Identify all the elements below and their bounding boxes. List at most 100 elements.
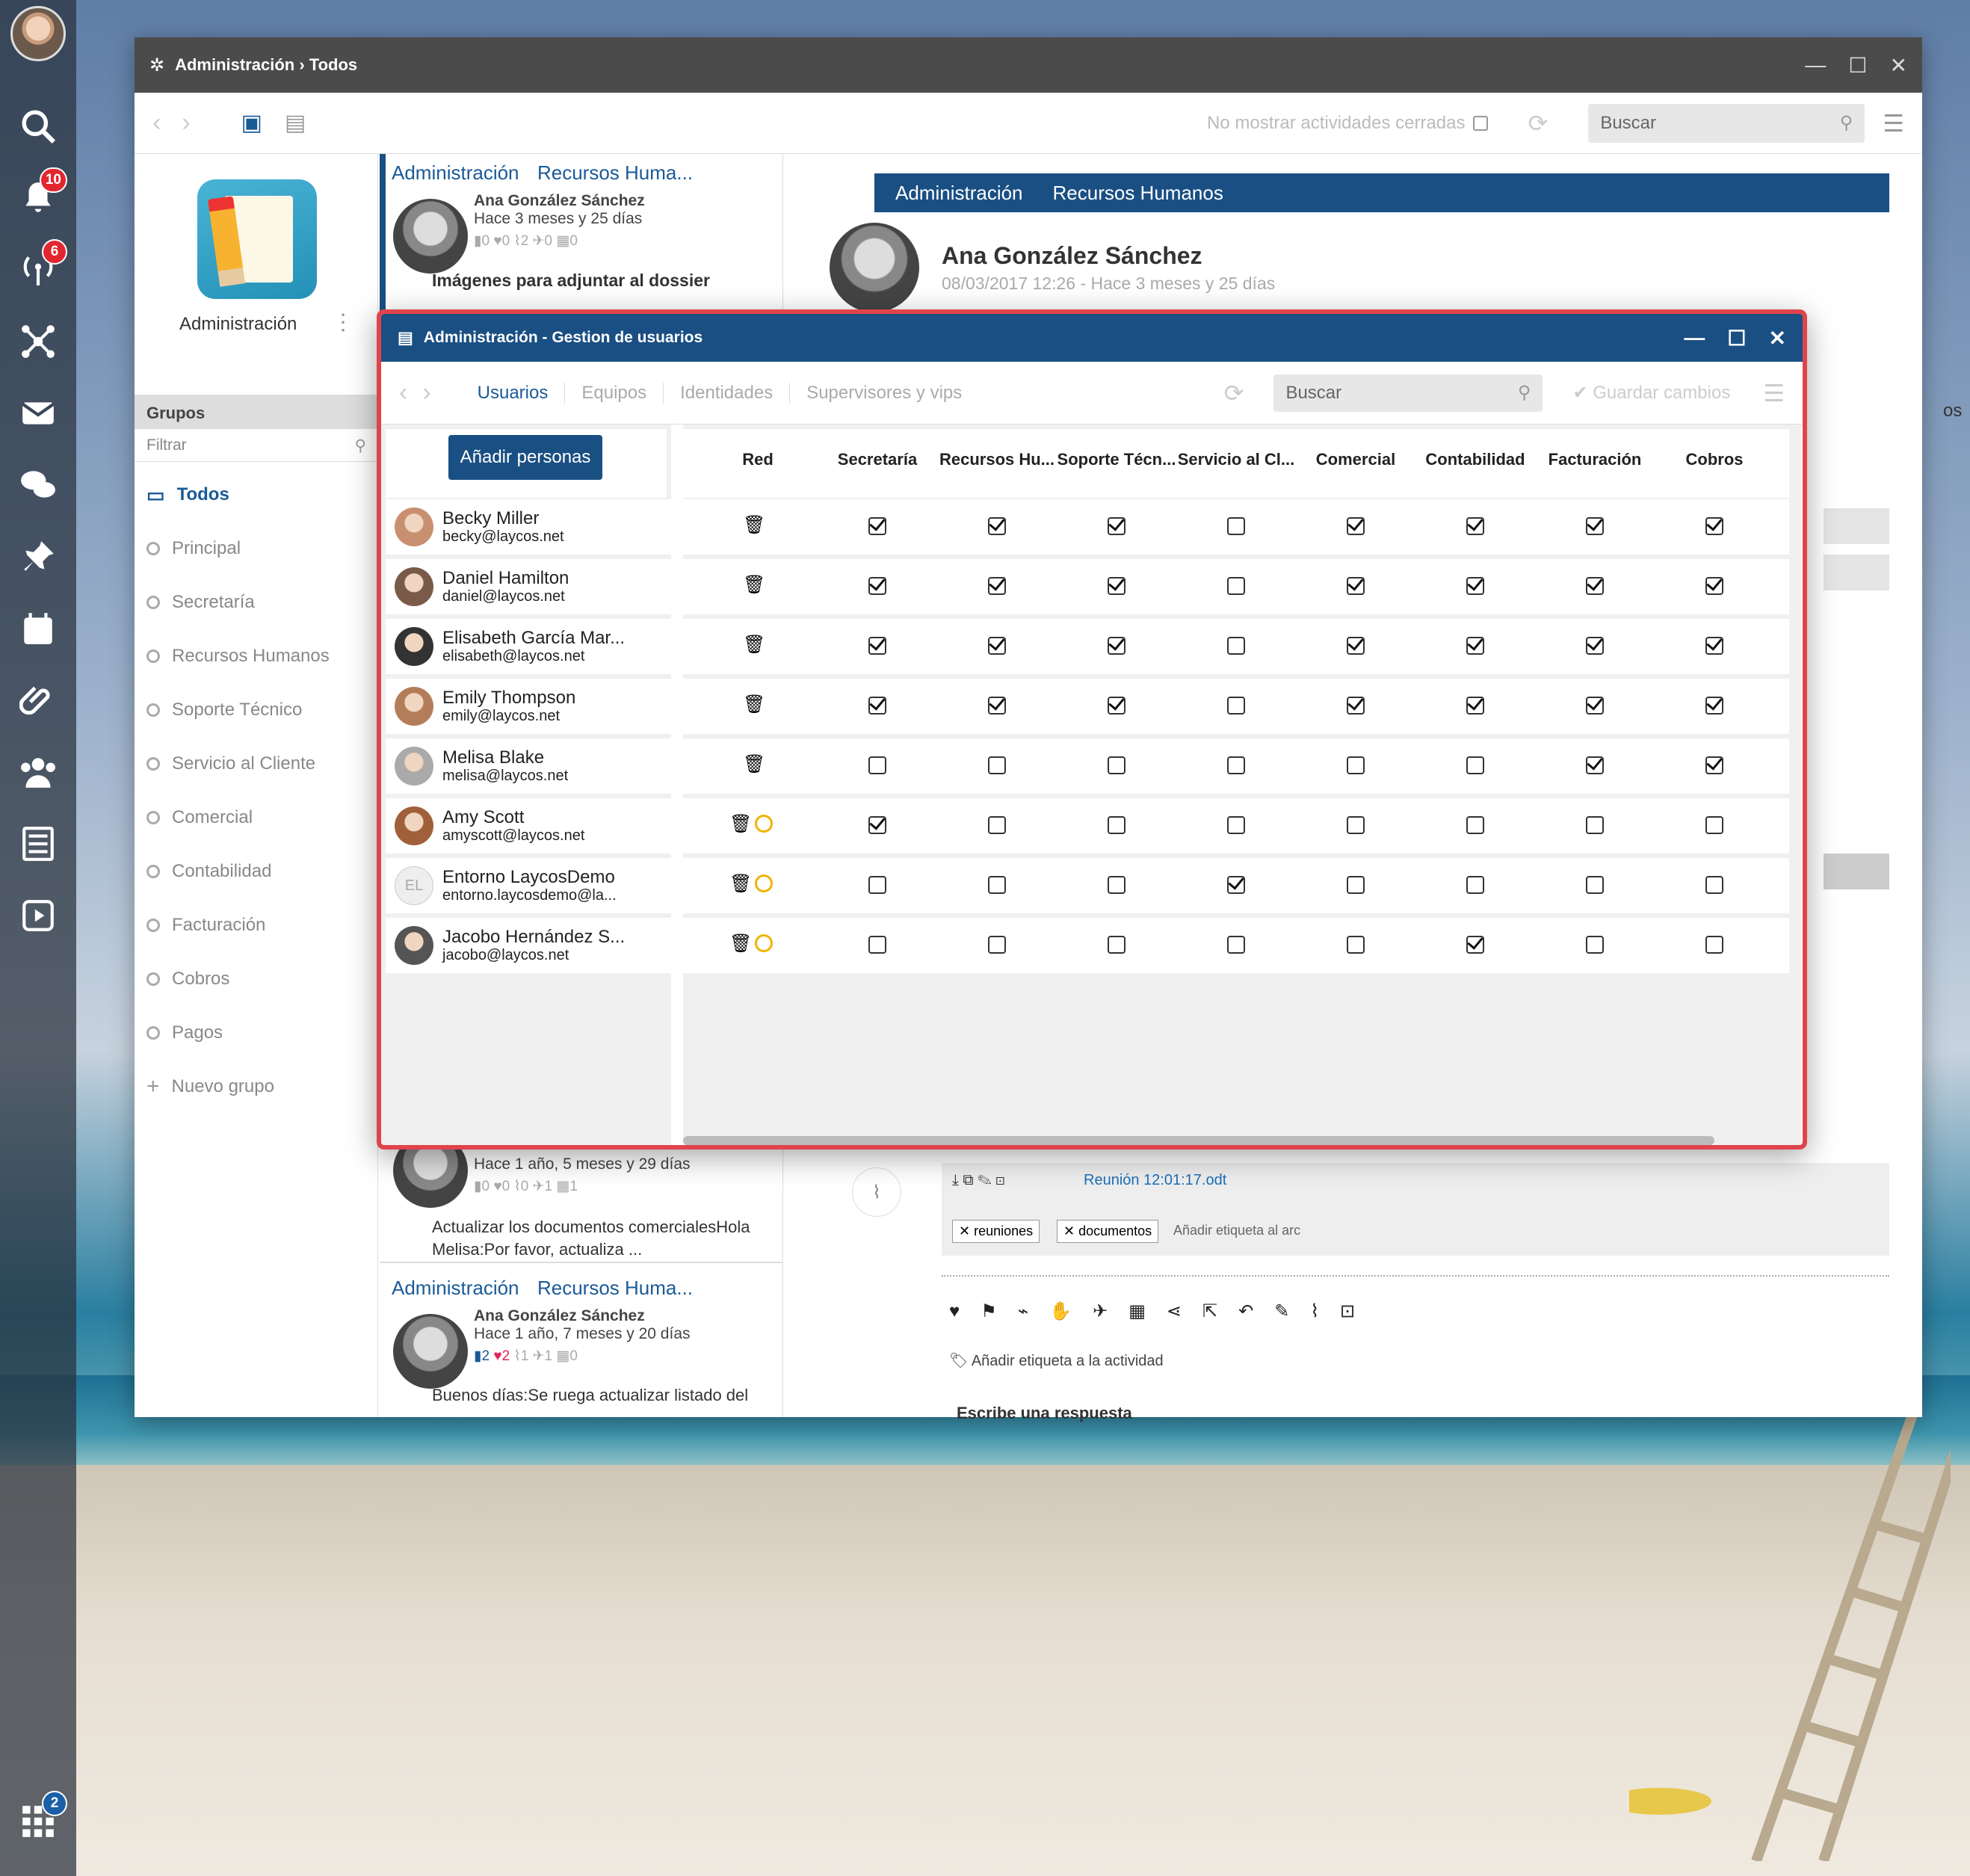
reply-input[interactable]: Escribe una respuesta bbox=[957, 1404, 1132, 1423]
hamburger-menu-icon[interactable]: ☰ bbox=[1763, 379, 1785, 407]
team-checkbox[interactable] bbox=[1108, 876, 1126, 894]
user-row[interactable]: Emily Thompson emily@laycos.net bbox=[386, 679, 671, 734]
tab-usuarios[interactable]: Usuarios bbox=[461, 383, 565, 404]
team-checkbox[interactable] bbox=[1586, 517, 1604, 535]
team-checkbox[interactable] bbox=[1705, 637, 1723, 655]
column-header[interactable]: Facturación bbox=[1535, 450, 1655, 469]
team-checkbox[interactable] bbox=[1227, 936, 1245, 954]
tab-equipos[interactable]: Equipos bbox=[564, 382, 663, 404]
group-icon[interactable] bbox=[13, 747, 63, 797]
trash-icon[interactable]: 🗑 bbox=[743, 574, 765, 596]
sidebar-group-item[interactable]: Recursos Humanos bbox=[135, 629, 378, 683]
column-header[interactable]: Servicio al Cl... bbox=[1176, 450, 1296, 469]
team-checkbox[interactable] bbox=[1466, 816, 1484, 834]
trash-icon[interactable]: 🗑 bbox=[743, 634, 765, 655]
dialog-search-input[interactable]: Buscar ⚲ bbox=[1273, 374, 1543, 412]
team-checkbox[interactable] bbox=[1586, 816, 1604, 834]
team-checkbox[interactable] bbox=[988, 876, 1006, 894]
calendar-icon[interactable] bbox=[13, 604, 63, 653]
team-checkbox[interactable] bbox=[1466, 577, 1484, 595]
team-checkbox[interactable] bbox=[1705, 936, 1723, 954]
trash-icon[interactable]: 🗑 bbox=[729, 813, 752, 835]
activity-card[interactable]: Hace 1 año, 5 meses y 29 días ▮0 ♥0 ⌇0 ✈… bbox=[380, 1133, 783, 1268]
forward-arrow-icon[interactable]: › bbox=[182, 108, 190, 138]
team-checkbox[interactable] bbox=[1227, 697, 1245, 715]
label-chip[interactable]: ✕ documentos bbox=[1057, 1220, 1159, 1243]
team-checkbox[interactable] bbox=[1108, 637, 1126, 655]
team-checkbox[interactable] bbox=[1108, 697, 1126, 715]
team-checkbox[interactable] bbox=[1227, 517, 1245, 535]
trash-icon[interactable]: 🗑 bbox=[743, 514, 765, 536]
tab-identidades[interactable]: Identidades bbox=[663, 382, 789, 404]
team-checkbox[interactable] bbox=[1466, 936, 1484, 954]
user-row[interactable]: Elisabeth García Mar... elisabeth@laycos.… bbox=[386, 619, 671, 674]
column-header[interactable]: Cobros bbox=[1655, 450, 1774, 469]
refresh-icon[interactable]: ⟳ bbox=[1224, 379, 1244, 407]
team-checkbox[interactable] bbox=[1227, 577, 1245, 595]
team-checkbox[interactable] bbox=[1347, 756, 1365, 774]
bell-icon[interactable]: 10 bbox=[13, 167, 67, 223]
user-row[interactable]: Amy Scott amyscott@laycos.net bbox=[386, 798, 671, 854]
sidebar-group-item[interactable]: Pagos bbox=[135, 1006, 378, 1060]
team-checkbox[interactable] bbox=[1586, 637, 1604, 655]
activity-actions-toolbar[interactable]: ♥⚑⌁✋✈▦⋖⇱↶✎⌇⊡ bbox=[949, 1300, 1376, 1322]
sidebar-group-item[interactable]: Contabilidad bbox=[135, 845, 378, 898]
team-checkbox[interactable] bbox=[1347, 876, 1365, 894]
download-icon[interactable]: ⤓ ⧉ ✎ ⊡ bbox=[952, 1172, 1005, 1189]
team-checkbox[interactable] bbox=[868, 637, 886, 655]
chat-icon[interactable] bbox=[13, 460, 63, 510]
split-view-icon[interactable]: ▣ bbox=[241, 110, 262, 136]
team-checkbox[interactable] bbox=[988, 816, 1006, 834]
team-checkbox[interactable] bbox=[988, 936, 1006, 954]
user-avatar[interactable] bbox=[10, 6, 66, 61]
sidebar-group-item[interactable]: Principal bbox=[135, 522, 378, 576]
apps-icon[interactable]: 2 bbox=[13, 1791, 67, 1846]
list-view-icon[interactable]: ▤ bbox=[285, 110, 306, 136]
minimize-icon[interactable]: — bbox=[1805, 53, 1826, 77]
sidebar-group-item[interactable]: + Nuevo grupo bbox=[135, 1060, 378, 1114]
team-checkbox[interactable] bbox=[868, 756, 886, 774]
list-icon[interactable] bbox=[13, 819, 63, 868]
team-checkbox[interactable] bbox=[1227, 637, 1245, 655]
team-checkbox[interactable] bbox=[868, 816, 886, 834]
team-checkbox[interactable] bbox=[1466, 876, 1484, 894]
team-checkbox[interactable] bbox=[868, 517, 886, 535]
team-checkbox[interactable] bbox=[868, 876, 886, 894]
team-checkbox[interactable] bbox=[1586, 756, 1604, 774]
team-checkbox[interactable] bbox=[988, 577, 1006, 595]
maximize-icon[interactable]: ☐ bbox=[1848, 53, 1867, 78]
column-header[interactable]: Secretaría bbox=[818, 450, 937, 469]
team-checkbox[interactable] bbox=[988, 697, 1006, 715]
trash-icon[interactable]: 🗑 bbox=[729, 873, 752, 895]
team-checkbox[interactable] bbox=[1705, 756, 1723, 774]
sidebar-group-item[interactable]: ▭ Todos bbox=[135, 468, 378, 522]
forward-arrow-icon[interactable]: › bbox=[422, 378, 430, 407]
team-checkbox[interactable] bbox=[1347, 577, 1365, 595]
horizontal-scrollbar[interactable] bbox=[683, 1136, 1714, 1145]
team-checkbox[interactable] bbox=[1705, 577, 1723, 595]
minimize-icon[interactable]: — bbox=[1684, 326, 1705, 350]
maximize-icon[interactable]: ☐ bbox=[1727, 326, 1746, 351]
team-checkbox[interactable] bbox=[1227, 876, 1245, 894]
back-arrow-icon[interactable]: ‹ bbox=[399, 378, 407, 407]
paperclip-icon[interactable] bbox=[13, 676, 63, 725]
team-checkbox[interactable] bbox=[1466, 697, 1484, 715]
close-icon[interactable]: ✕ bbox=[1890, 53, 1907, 78]
search-input[interactable]: Buscar ⚲ bbox=[1588, 103, 1865, 143]
team-checkbox[interactable] bbox=[1705, 697, 1723, 715]
user-row[interactable]: Jacobo Hernández S... jacobo@laycos.net bbox=[386, 918, 671, 973]
refresh-icon[interactable]: ⟳ bbox=[1528, 109, 1548, 138]
search-icon[interactable] bbox=[13, 102, 63, 151]
close-icon[interactable]: ✕ bbox=[1769, 326, 1786, 351]
filter-input[interactable]: Filtrar ⚲ bbox=[135, 429, 378, 462]
team-checkbox[interactable] bbox=[988, 517, 1006, 535]
pin-icon[interactable] bbox=[13, 532, 63, 581]
column-header[interactable]: Comercial bbox=[1296, 450, 1415, 469]
tab-supervisores[interactable]: Supervisores y vips bbox=[789, 382, 978, 404]
save-changes-button[interactable]: ✔ Guardar cambios bbox=[1572, 382, 1730, 404]
sidebar-group-item[interactable]: Cobros bbox=[135, 952, 378, 1006]
sidebar-group-item[interactable]: Soporte Técnico bbox=[135, 683, 378, 737]
team-checkbox[interactable] bbox=[1466, 637, 1484, 655]
sidebar-group-item[interactable]: Secretaría bbox=[135, 576, 378, 629]
team-checkbox[interactable] bbox=[1466, 756, 1484, 774]
